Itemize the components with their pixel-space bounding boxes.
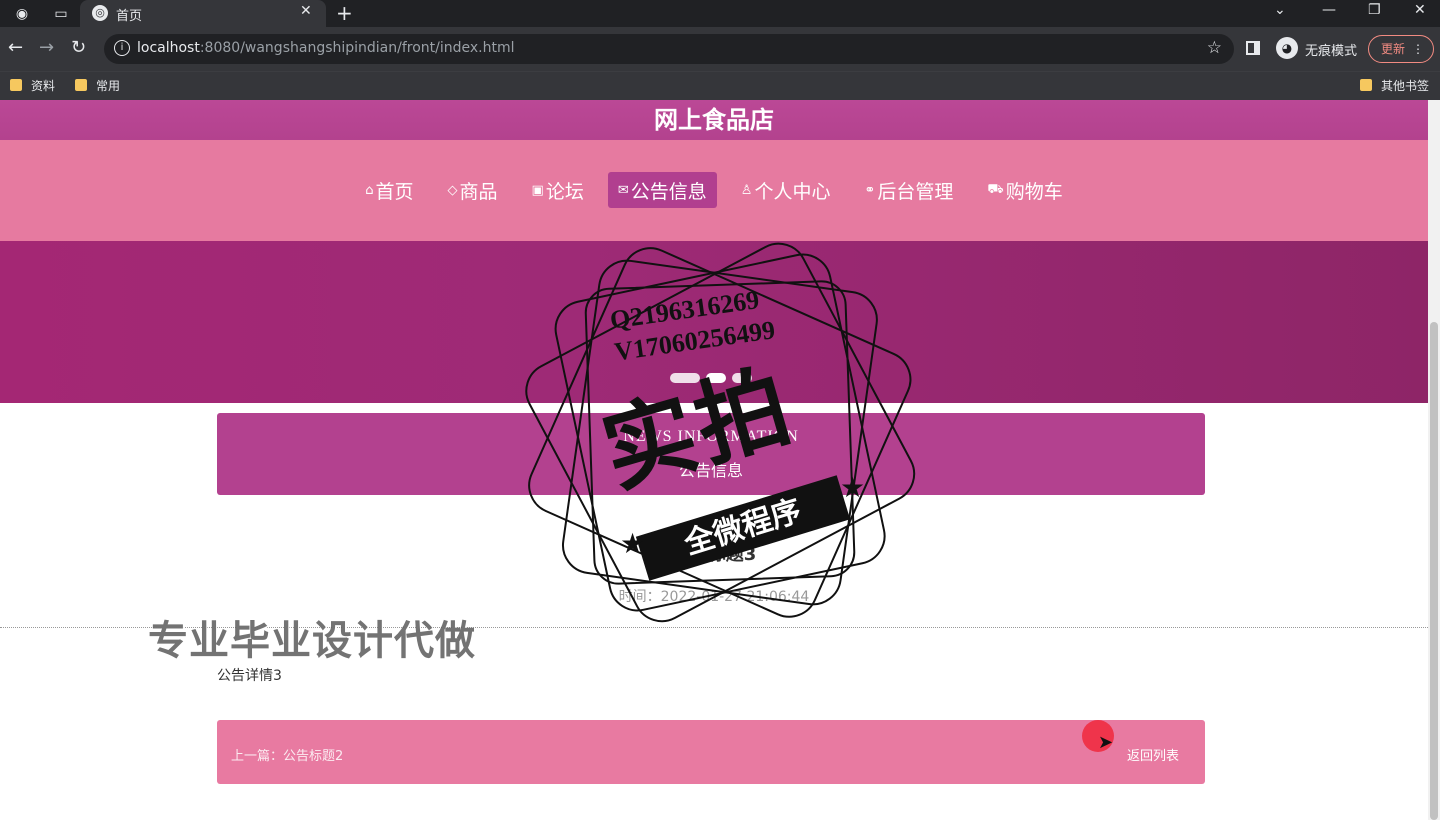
banner-carousel[interactable] (0, 241, 1428, 403)
nav-item-profile[interactable]: ♙ 个人中心 (731, 172, 841, 208)
update-button[interactable]: 更新 ⋮ (1368, 35, 1434, 63)
other-bookmarks[interactable]: 其他书签 (1360, 77, 1429, 95)
nav-item-home[interactable]: ⌂ 首页 (355, 172, 423, 208)
reload-icon[interactable]: ↻ (71, 37, 86, 59)
site-title: 网上食品店 (654, 106, 774, 134)
minimize-icon[interactable]: — (1322, 2, 1336, 18)
side-panel-icon[interactable] (1246, 41, 1260, 55)
globe-icon: ◎ (92, 5, 108, 21)
chevron-down-icon[interactable]: ⌄ (1274, 2, 1286, 18)
site-header: 网上食品店 (0, 100, 1428, 140)
cart-icon: ⛟ (987, 181, 1004, 197)
carousel-dot-3[interactable] (732, 373, 752, 383)
bookmarks-bar: 资料 常用 其他书签 (0, 71, 1440, 100)
info-icon[interactable]: i (114, 40, 130, 56)
globe-icon[interactable]: ◉ (12, 4, 32, 24)
folder-icon (1360, 79, 1372, 91)
nav-item-goods[interactable]: ◇ 商品 (438, 172, 508, 208)
nav-item-admin[interactable]: ⚭ 后台管理 (854, 172, 963, 208)
window-icon[interactable]: ▭ (51, 4, 71, 24)
user-icon: ♙ (740, 182, 753, 198)
prev-article-link[interactable]: 上一篇：公告标题2 (231, 745, 343, 764)
carousel-dot-1[interactable] (670, 373, 700, 383)
restore-icon[interactable]: ❐ (1368, 2, 1381, 18)
link-icon: ⚭ (864, 182, 876, 198)
news-heading-en: NEWS INFORMATION (623, 428, 799, 445)
back-arrow-icon[interactable]: ← (8, 37, 23, 59)
cursor-icon: ➤ (1098, 732, 1114, 753)
back-to-list-link[interactable]: 返回列表 (1127, 745, 1179, 764)
gift-icon: ▣ (531, 182, 544, 198)
url-text[interactable]: localhost:8080/wangshangshipindian/front… (137, 40, 515, 56)
incognito-label: 无痕模式 (1305, 44, 1358, 59)
close-icon[interactable]: ✕ (300, 3, 312, 19)
browser-tab-strip: ◉ ▭ ◎ 首页 ✕ + ⌄ — ❐ ✕ (0, 0, 1440, 27)
bookmark-folder-1[interactable]: 常用 (75, 77, 120, 95)
nav-item-notice[interactable]: ✉ 公告信息 (607, 172, 717, 208)
new-tab-button[interactable]: + (336, 1, 353, 25)
browser-tab-home[interactable]: ◎ 首页 ✕ (80, 0, 326, 27)
news-heading-cn: 公告信息 (678, 461, 743, 480)
article-footer-bar: 上一篇：公告标题2 返回列表 (217, 720, 1205, 784)
folder-icon (10, 79, 22, 91)
carousel-dot-2[interactable] (706, 373, 726, 383)
nav-item-cart[interactable]: ⛟ 购物车 (977, 172, 1072, 208)
article-time: 时间：2022-01-27 21:06:44 (618, 589, 810, 605)
star-icon[interactable]: ☆ (1207, 38, 1222, 58)
home-icon: ⌂ (365, 182, 374, 198)
side-watermark: 专业毕业设计代做 (148, 618, 476, 664)
page-viewport: 网上食品店 ⌂ 首页 ◇ 商品 ▣ 论坛 ✉ 公告信息 ♙ 个人中心 ⚭ 后台管理 ⛟ 购物车… (0, 100, 1440, 820)
folder-icon (75, 79, 87, 91)
article-body: 公告详情3 (217, 668, 282, 684)
bookmark-folder-0[interactable]: 资料 (10, 77, 55, 95)
news-section-header: NEWS INFORMATION 公告信息 (217, 413, 1205, 495)
nav-item-forum[interactable]: ▣ 论坛 (522, 172, 594, 208)
tab-title: 首页 (116, 9, 143, 24)
forward-arrow-icon[interactable]: → (39, 37, 54, 59)
tag-icon: ◇ (447, 182, 458, 198)
address-bar[interactable]: i localhost:8080/wangshangshipindian/fro… (104, 34, 1234, 64)
scrollbar-thumb[interactable] (1430, 322, 1438, 820)
article-title: 公告标题3 (671, 544, 757, 565)
close-window-icon[interactable]: ✕ (1414, 2, 1426, 18)
more-icon[interactable]: ⋮ (1412, 36, 1424, 62)
mail-icon: ✉ (617, 182, 629, 198)
incognito-icon[interactable]: ◕ (1276, 37, 1298, 59)
main-nav: ⌂ 首页 ◇ 商品 ▣ 论坛 ✉ 公告信息 ♙ 个人中心 ⚭ 后台管理 ⛟ 购物车 (0, 140, 1428, 241)
browser-toolbar: ← → ↻ i localhost:8080/wangshangshipindi… (0, 27, 1440, 71)
